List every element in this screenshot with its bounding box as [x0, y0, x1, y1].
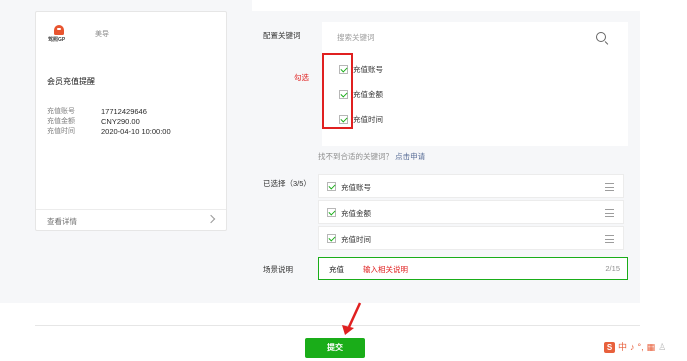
- keyword-options-list: 充值账号 充值金额 充值时间: [322, 52, 628, 146]
- brand-header: 驾照GP 美导: [47, 24, 109, 44]
- field-row: 充值账号 17712429646: [47, 107, 171, 117]
- not-found-text: 找不到合适的关键词？: [318, 152, 393, 161]
- selected-label: 已选择（3/5）: [263, 179, 311, 188]
- field-value: CNY290.00: [101, 117, 140, 126]
- field-key: 充值账号: [47, 108, 75, 115]
- field-value: 2020-04-10 10:00:00: [101, 127, 171, 136]
- submit-button[interactable]: 提交: [305, 338, 365, 358]
- chinese-mode-icon[interactable]: 中: [618, 342, 627, 353]
- keyword-label: 配置关键词: [263, 31, 301, 40]
- scene-label: 场景说明: [263, 265, 293, 274]
- keyword-option-label: 充值账号: [353, 65, 383, 74]
- checkbox-checked-icon[interactable]: [327, 234, 336, 243]
- checkbox-checked-icon[interactable]: [327, 182, 336, 191]
- user-icon[interactable]: ♙: [658, 342, 666, 353]
- drag-handle-icon[interactable]: [605, 209, 614, 217]
- keyword-option-label: 充值金额: [353, 90, 383, 99]
- field-key: 充值时间: [47, 128, 75, 135]
- field-key: 充值金额: [47, 118, 75, 125]
- field-row: 充值金额 CNY290.00: [47, 117, 171, 127]
- scene-annotation-text: 输入相关说明: [363, 265, 408, 274]
- apply-link[interactable]: 点击申请: [395, 152, 425, 161]
- message-title: 会员充值提醒: [47, 77, 95, 86]
- logo-text: 驾照GP: [48, 37, 66, 43]
- annotation-check-text: 勾选: [294, 73, 309, 82]
- chevron-right-icon: [206, 214, 216, 224]
- annotation-arrow-icon: [342, 302, 362, 335]
- drag-handle-icon[interactable]: [605, 183, 614, 191]
- brand-logo: 驾照GP: [47, 24, 73, 44]
- selected-keyword-item[interactable]: 充值账号: [318, 174, 624, 198]
- field-value: 17712429646: [101, 107, 147, 116]
- not-found-hint: 找不到合适的关键词？ 点击申请: [318, 151, 425, 162]
- brand-name: 美导: [95, 31, 109, 38]
- punctuation-icon[interactable]: °,: [638, 342, 644, 353]
- selected-keyword-item[interactable]: 充值金额: [318, 200, 624, 224]
- view-details-label: 查看详情: [47, 217, 77, 226]
- drag-handle-icon[interactable]: [605, 235, 614, 243]
- moon-icon[interactable]: ♪: [630, 342, 635, 353]
- keyboard-icon[interactable]: ▦: [647, 342, 656, 353]
- search-placeholder: 搜索关键词: [337, 33, 375, 42]
- scene-value: 充值: [329, 265, 344, 274]
- field-row: 充值时间 2020-04-10 10:00:00: [47, 127, 171, 137]
- keyword-search-input[interactable]: 搜索关键词: [322, 22, 628, 52]
- selected-keyword-label: 充值时间: [341, 235, 371, 244]
- scene-description-input[interactable]: 充值 输入相关说明 2/15: [318, 257, 628, 280]
- checkbox-checked-icon[interactable]: [327, 208, 336, 217]
- selected-keyword-label: 充值金额: [341, 209, 371, 218]
- selected-keyword-label: 充值账号: [341, 183, 371, 192]
- keyword-option-label: 充值时间: [353, 115, 383, 124]
- message-fields: 充值账号 17712429646 充值金额 CNY290.00 充值时间 202…: [47, 107, 171, 137]
- annotation-highlight-box: [322, 53, 353, 129]
- char-count: 2/15: [605, 264, 620, 273]
- view-details-link[interactable]: 查看详情: [36, 209, 226, 231]
- message-preview-card: 驾照GP 美导 会员充值提醒 充值账号 17712429646 充值金额 CNY…: [35, 11, 227, 231]
- search-icon[interactable]: [596, 32, 606, 42]
- selected-keyword-item[interactable]: 充值时间: [318, 226, 624, 250]
- sogou-ime-icon[interactable]: S: [604, 342, 615, 353]
- logo-dome-icon: [54, 25, 64, 35]
- ime-toolbar[interactable]: S 中 ♪ °, ▦ ♙: [604, 342, 666, 353]
